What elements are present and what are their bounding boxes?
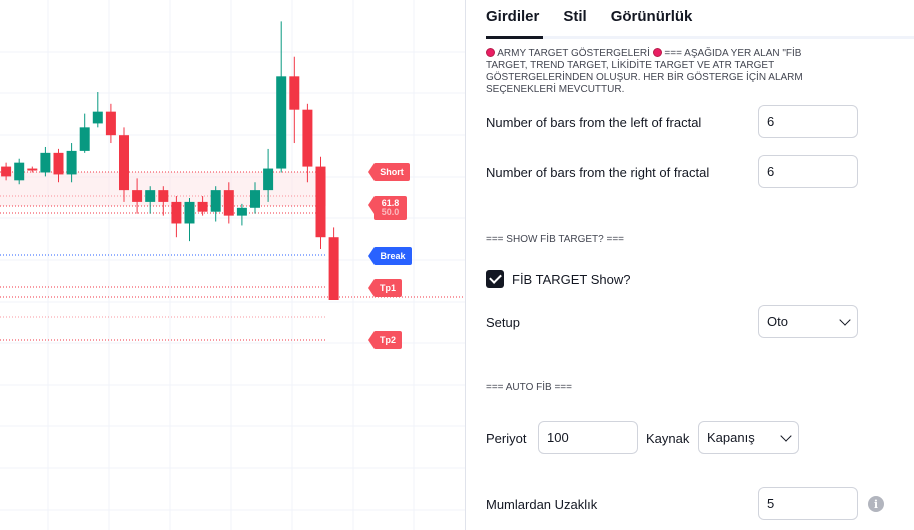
candle-body	[302, 109, 313, 167]
fib-show-label: FİB TARGET Show?	[512, 272, 631, 287]
indicator-description: ARMY TARGET GÖSTERGELERİ === AŞAĞIDA YER…	[486, 48, 816, 96]
source-select-value: Kapanış	[707, 430, 755, 445]
settings-panel: Girdiler Stil Görünürlük ARMY TARGET GÖS…	[465, 0, 914, 530]
auto-fib-section-header: === AUTO FİB ===	[486, 382, 572, 393]
setup-select[interactable]: Oto	[758, 305, 858, 338]
candlestick-chart[interactable]	[0, 0, 465, 530]
candle-body	[171, 201, 182, 224]
distance-label: Mumlardan Uzaklık	[486, 497, 598, 512]
candle-body	[184, 201, 195, 224]
tp1-tag-label: Tp1	[379, 283, 396, 293]
candle-body	[276, 76, 287, 169]
source-label: Kaynak	[646, 431, 690, 446]
candle-body	[1, 166, 12, 177]
right-bars-input[interactable]: 6	[758, 155, 858, 188]
break-tag-label: Break	[380, 251, 406, 261]
tab-inputs[interactable]: Girdiler	[486, 8, 539, 35]
source-select[interactable]: Kapanış	[698, 421, 799, 454]
chevron-down-icon	[839, 313, 851, 326]
right-bars-label: Number of bars from the right of fractal	[486, 165, 710, 180]
candle-body	[119, 135, 129, 191]
chart-area[interactable]: Short 61.8 50.0 Break Tp1 Tp2	[0, 0, 465, 530]
setup-select-value: Oto	[767, 314, 788, 329]
candle-body	[27, 168, 38, 171]
fib-500-label: 50.0	[381, 207, 400, 217]
period-input[interactable]: 100	[538, 421, 638, 454]
tp1-tag: Tp1	[368, 279, 402, 297]
active-tab-indicator	[486, 36, 543, 39]
tab-underline	[486, 36, 914, 39]
tp2-tag: Tp2	[368, 331, 402, 349]
candle-body	[40, 152, 51, 173]
show-fib-section-header: === SHOW FİB TARGET? ===	[486, 234, 625, 245]
candle-body	[79, 127, 90, 151]
period-label: Periyot	[486, 431, 527, 446]
red-circle-icon	[652, 48, 662, 57]
candle-body	[236, 207, 247, 216]
candle-body	[66, 150, 77, 175]
candle-body	[223, 190, 234, 216]
candle-body	[197, 201, 208, 212]
candle-body	[328, 237, 339, 300]
left-bars-label: Number of bars from the left of fractal	[486, 115, 702, 130]
candle-body	[14, 162, 25, 181]
description-title: ARMY TARGET GÖSTERGELERİ	[497, 48, 650, 59]
candle-body	[105, 111, 116, 136]
setup-label: Setup	[486, 315, 520, 330]
candle-body	[263, 168, 274, 191]
candle-body	[53, 152, 64, 175]
candle-body	[132, 190, 143, 202]
candle-body	[145, 190, 156, 202]
break-tag: Break	[368, 247, 412, 265]
candle-body	[158, 190, 169, 202]
chevron-down-icon	[780, 429, 792, 442]
candle-body	[250, 190, 260, 208]
candle-body	[92, 111, 103, 124]
candle-body	[289, 76, 300, 110]
tab-bar: Girdiler Stil Görünürlük	[486, 8, 692, 35]
tp2-tag-label: Tp2	[379, 335, 396, 345]
candle-body	[315, 166, 326, 238]
red-circle-icon	[486, 48, 495, 57]
info-icon[interactable]: i	[868, 496, 884, 512]
left-bars-input[interactable]: 6	[758, 105, 858, 138]
fib-level-tag: 61.8 50.0	[368, 196, 407, 220]
fib-show-checkbox[interactable]	[486, 270, 504, 288]
candle-body	[210, 190, 221, 212]
short-tag: Short	[368, 163, 410, 181]
tab-style[interactable]: Stil	[563, 8, 586, 35]
distance-input[interactable]: 5	[758, 487, 858, 520]
tab-visibility[interactable]: Görünürlük	[611, 8, 693, 35]
short-tag-label: Short	[380, 167, 404, 177]
